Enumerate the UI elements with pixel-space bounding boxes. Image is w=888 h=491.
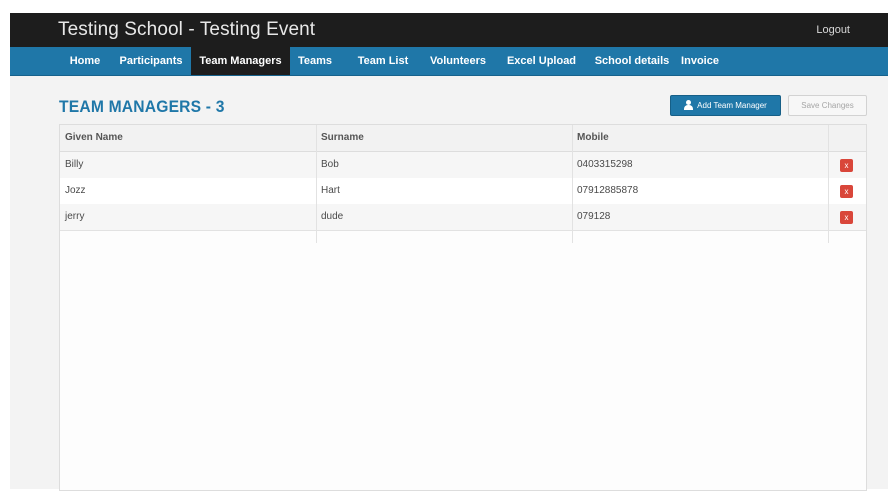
table-row: jerry dude 079128 x	[60, 204, 866, 230]
nav-school-details[interactable]: School details	[586, 47, 678, 75]
table-row: Jozz Hart 07912885878 x	[60, 178, 866, 204]
delete-row-button[interactable]: x	[840, 185, 853, 198]
surname-cell[interactable]: dude	[316, 204, 572, 230]
delete-row-button[interactable]: x	[840, 159, 853, 172]
mobile-cell[interactable]: 0403315298	[572, 152, 828, 178]
delete-row-button[interactable]: x	[840, 211, 853, 224]
given-name-cell[interactable]: jerry	[60, 204, 316, 230]
nav-invoice[interactable]: Invoice	[675, 47, 725, 75]
given-name-cell[interactable]: Billy	[60, 152, 316, 178]
user-icon	[684, 100, 694, 110]
main-nav: Home Participants Team Managers Teams Te…	[10, 47, 888, 76]
surname-cell[interactable]: Hart	[316, 178, 572, 204]
add-team-manager-button[interactable]: Add Team Manager	[670, 95, 781, 116]
team-managers-table: Given Name Surname Mobile Billy Bob 0403…	[59, 124, 867, 491]
nav-team-list[interactable]: Team List	[352, 47, 414, 75]
nav-teams[interactable]: Teams	[293, 47, 337, 75]
surname-cell[interactable]: Bob	[316, 152, 572, 178]
top-bar: Testing School - Testing Event Logout	[10, 13, 888, 47]
mobile-cell[interactable]: 07912885878	[572, 178, 828, 204]
logout-link[interactable]: Logout	[816, 24, 850, 36]
nav-volunteers[interactable]: Volunteers	[423, 47, 493, 75]
given-name-cell[interactable]: Jozz	[60, 178, 316, 204]
nav-participants[interactable]: Participants	[114, 47, 188, 75]
nav-home[interactable]: Home	[58, 47, 112, 75]
app-title: Testing School - Testing Event	[58, 19, 316, 40]
close-icon: x	[844, 161, 849, 170]
nav-team-managers[interactable]: Team Managers	[191, 47, 290, 75]
column-header-surname[interactable]: Surname	[316, 125, 572, 151]
table-row: Billy Bob 0403315298 x	[60, 152, 866, 178]
close-icon: x	[844, 187, 849, 196]
column-header-mobile[interactable]: Mobile	[572, 125, 828, 151]
table-header: Given Name Surname Mobile	[60, 125, 866, 152]
close-icon: x	[844, 213, 849, 222]
column-divider	[828, 125, 829, 243]
column-header-given-name[interactable]: Given Name	[60, 125, 316, 151]
app-window: Testing School - Testing Event Logout Ho…	[10, 13, 888, 491]
page-title: TEAM MANAGERS - 3	[59, 97, 225, 116]
column-divider	[316, 125, 317, 243]
mobile-cell[interactable]: 079128	[572, 204, 828, 230]
add-team-manager-label: Add Team Manager	[697, 101, 767, 110]
save-changes-button[interactable]: Save Changes	[788, 95, 867, 116]
table-bottom-rule	[60, 230, 866, 231]
nav-excel-upload[interactable]: Excel Upload	[499, 47, 584, 75]
column-divider	[572, 125, 573, 243]
